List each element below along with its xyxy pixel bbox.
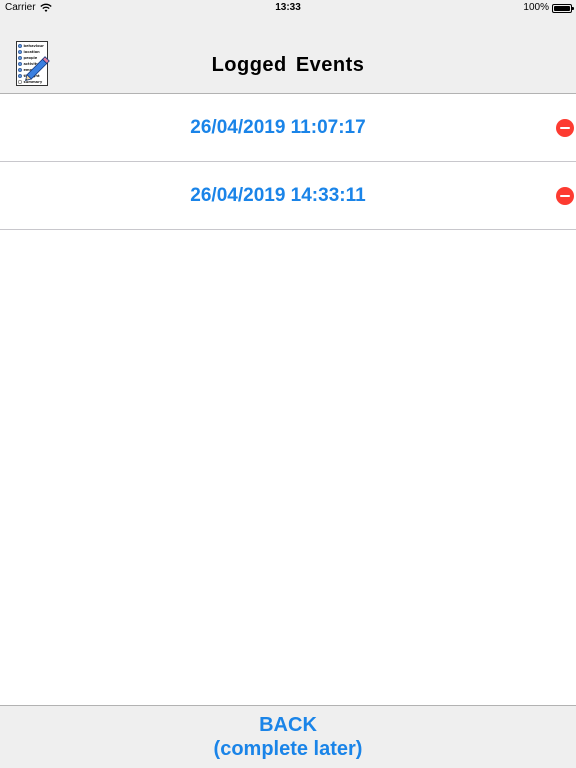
navigation-bar: behaviour location people activity emoti… [0, 16, 576, 94]
back-button-sublabel: (complete later) [213, 738, 363, 760]
icon-text-line: summary [24, 80, 43, 84]
icon-text-line: behaviour [24, 44, 45, 48]
back-complete-later-button[interactable]: BACK (complete later) [0, 706, 576, 768]
remove-circle-icon[interactable] [556, 119, 574, 137]
page-title: Logged Events [211, 54, 365, 76]
battery-percent: 100% [523, 2, 549, 13]
bottom-toolbar: BACK (complete later) [0, 705, 576, 768]
battery-icon [552, 3, 574, 13]
event-row[interactable]: 26/04/2019 14:33:11 [0, 162, 576, 230]
events-list: 26/04/2019 11:07:17 26/04/2019 14:33:11 [0, 94, 576, 230]
event-row[interactable]: 26/04/2019 11:07:17 [0, 94, 576, 162]
back-button-label: BACK [259, 714, 317, 736]
event-timestamp[interactable]: 26/04/2019 14:33:11 [0, 162, 556, 229]
status-bar: Carrier 13:33 100% [0, 0, 576, 16]
status-right: 100% [523, 0, 574, 16]
status-time: 13:33 [275, 2, 301, 13]
event-timestamp[interactable]: 26/04/2019 11:07:17 [0, 94, 556, 161]
remove-circle-icon[interactable] [556, 187, 574, 205]
